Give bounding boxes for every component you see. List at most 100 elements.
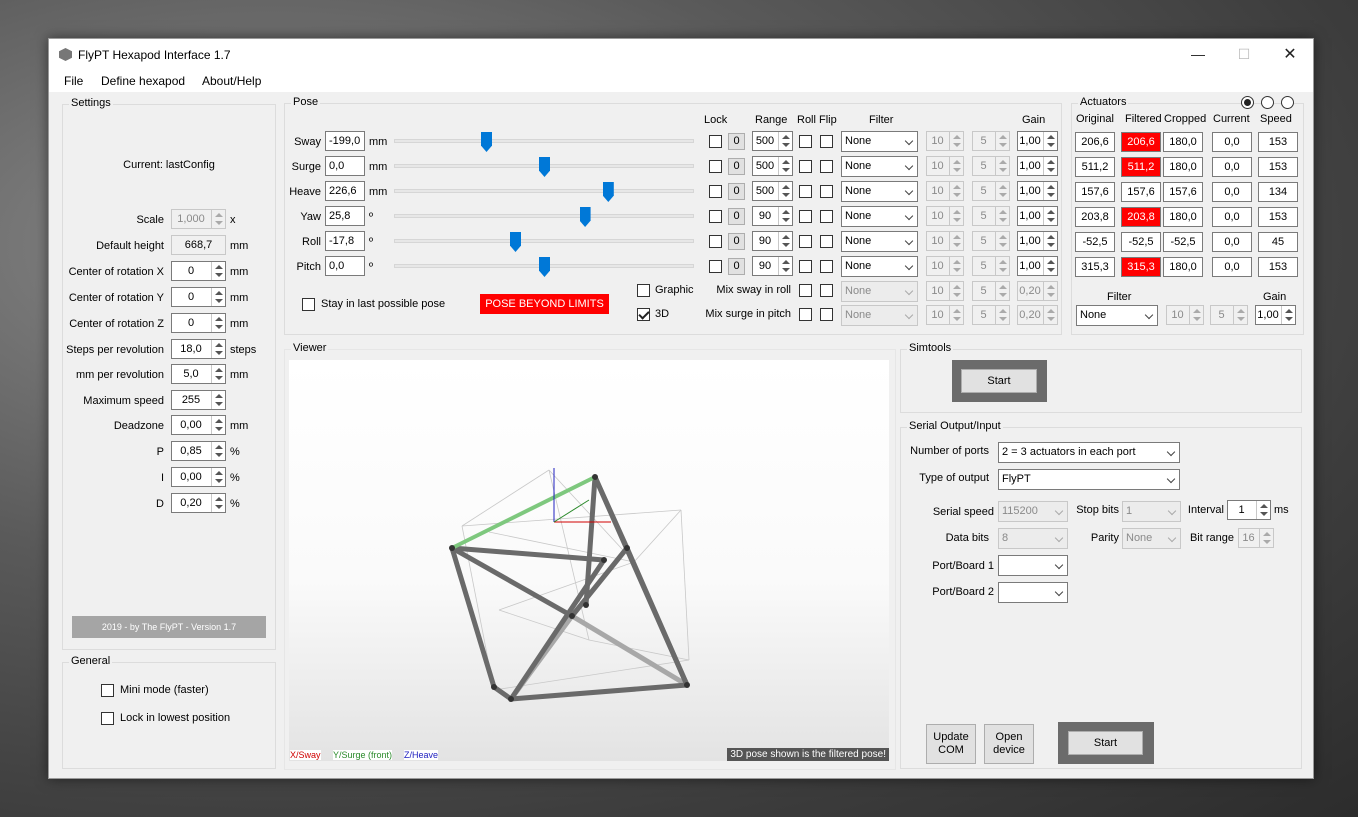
pose-roll-value[interactable]: -17,8 bbox=[325, 231, 365, 251]
mm-rev-spinner[interactable]: 5,0 bbox=[171, 364, 226, 384]
pose-pitch-gain-spinner[interactable]: 1,00 bbox=[1017, 256, 1058, 276]
menu-about-help[interactable]: About/Help bbox=[202, 74, 261, 88]
pose-heave-flip-checkbox[interactable] bbox=[820, 185, 833, 198]
pose-roll-slider-track[interactable] bbox=[394, 239, 694, 243]
parity-select[interactable]: None bbox=[1122, 528, 1181, 549]
mix-sway-filter-select[interactable]: None bbox=[841, 281, 918, 302]
pose-roll-roll-checkbox[interactable] bbox=[799, 235, 812, 248]
mix-surge-f1-spinner[interactable]: 10 bbox=[926, 305, 964, 325]
pose-yaw-roll-checkbox[interactable] bbox=[799, 210, 812, 223]
cor-y-spinner[interactable]: 0 bbox=[171, 287, 226, 307]
serial-speed-select[interactable]: 115200 bbox=[998, 501, 1068, 522]
mix-sway-flip-checkbox[interactable] bbox=[820, 284, 833, 297]
pose-sway-slider-track[interactable] bbox=[394, 139, 694, 143]
close-icon[interactable]: ✕ bbox=[1267, 39, 1313, 70]
view-mode-radio-3[interactable] bbox=[1281, 96, 1294, 109]
minimize-icon[interactable]: — bbox=[1175, 39, 1221, 70]
act-filter-select[interactable]: None bbox=[1076, 305, 1158, 326]
viewer-canvas[interactable]: X/Sway Y/Surge (front) Z/Heave 3D pose s… bbox=[289, 360, 889, 761]
cor-x-spinner[interactable]: 0 bbox=[171, 261, 226, 281]
pose-surge-gain-spinner[interactable]: 1,00 bbox=[1017, 156, 1058, 176]
data-bits-select[interactable]: 8 bbox=[998, 528, 1068, 549]
pose-yaw-range-spinner[interactable]: 90 bbox=[752, 206, 793, 226]
pose-heave-slider-track[interactable] bbox=[394, 189, 694, 193]
port-board-1-select[interactable] bbox=[998, 555, 1068, 576]
pose-heave-range-spinner[interactable]: 500 bbox=[752, 181, 793, 201]
mix-sway-gain-spinner[interactable]: 0,20 bbox=[1017, 281, 1058, 301]
act-gain-spinner[interactable]: 1,00 bbox=[1255, 305, 1296, 325]
bit-range-spinner[interactable]: 16 bbox=[1238, 528, 1274, 548]
pose-yaw-slider-track[interactable] bbox=[394, 214, 694, 218]
pose-yaw-filter-select[interactable]: None bbox=[841, 206, 918, 227]
pose-heave-f1-spinner[interactable]: 10 bbox=[926, 181, 964, 201]
mini-mode-checkbox[interactable] bbox=[101, 684, 114, 697]
pose-sway-lock-value[interactable]: 0 bbox=[728, 133, 745, 150]
pose-roll-f1-spinner[interactable]: 10 bbox=[926, 231, 964, 251]
max-speed-spinner[interactable]: 255 bbox=[171, 390, 226, 410]
mix-sway-f1-spinner[interactable]: 10 bbox=[926, 281, 964, 301]
pose-surge-roll-checkbox[interactable] bbox=[799, 160, 812, 173]
mix-sway-roll-checkbox[interactable] bbox=[799, 284, 812, 297]
pose-pitch-filter-select[interactable]: None bbox=[841, 256, 918, 277]
mix-surge-roll-checkbox[interactable] bbox=[799, 308, 812, 321]
pose-heave-lock-checkbox[interactable] bbox=[709, 185, 722, 198]
menu-define-hexapod[interactable]: Define hexapod bbox=[101, 74, 185, 88]
pose-surge-range-spinner[interactable]: 500 bbox=[752, 156, 793, 176]
pose-roll-flip-checkbox[interactable] bbox=[820, 235, 833, 248]
i-spinner[interactable]: 0,00 bbox=[171, 467, 226, 487]
pose-sway-range-spinner[interactable]: 500 bbox=[752, 131, 793, 151]
pose-yaw-f2-spinner[interactable]: 5 bbox=[972, 206, 1010, 226]
act-f1-spinner[interactable]: 10 bbox=[1166, 305, 1204, 325]
pose-roll-gain-spinner[interactable]: 1,00 bbox=[1017, 231, 1058, 251]
port-board-2-select[interactable] bbox=[998, 582, 1068, 603]
interval-spinner[interactable]: 1 bbox=[1227, 500, 1271, 520]
pose-heave-gain-spinner[interactable]: 1,00 bbox=[1017, 181, 1058, 201]
pose-heave-f2-spinner[interactable]: 5 bbox=[972, 181, 1010, 201]
pose-sway-filter-select[interactable]: None bbox=[841, 131, 918, 152]
pose-sway-flip-checkbox[interactable] bbox=[820, 135, 833, 148]
pose-sway-f2-spinner[interactable]: 5 bbox=[972, 131, 1010, 151]
pose-heave-value[interactable]: 226,6 bbox=[325, 181, 365, 201]
pose-surge-value[interactable]: 0,0 bbox=[325, 156, 365, 176]
mix-surge-flip-checkbox[interactable] bbox=[820, 308, 833, 321]
pose-pitch-flip-checkbox[interactable] bbox=[820, 260, 833, 273]
pose-yaw-flip-checkbox[interactable] bbox=[820, 210, 833, 223]
pose-pitch-roll-checkbox[interactable] bbox=[799, 260, 812, 273]
pose-roll-filter-select[interactable]: None bbox=[841, 231, 918, 252]
serial-start-button[interactable]: Start bbox=[1068, 731, 1143, 755]
pose-roll-f2-spinner[interactable]: 5 bbox=[972, 231, 1010, 251]
pose-yaw-lock-value[interactable]: 0 bbox=[728, 208, 745, 225]
stay-last-checkbox[interactable] bbox=[302, 298, 315, 311]
pose-yaw-f1-spinner[interactable]: 10 bbox=[926, 206, 964, 226]
simtools-start-button[interactable]: Start bbox=[961, 369, 1037, 393]
menu-file[interactable]: File bbox=[64, 74, 83, 88]
three-d-checkbox[interactable] bbox=[637, 308, 650, 321]
act-f2-spinner[interactable]: 5 bbox=[1210, 305, 1248, 325]
pose-yaw-lock-checkbox[interactable] bbox=[709, 210, 722, 223]
graphic-checkbox[interactable] bbox=[637, 284, 650, 297]
p-spinner[interactable]: 0,85 bbox=[171, 441, 226, 461]
pose-roll-range-spinner[interactable]: 90 bbox=[752, 231, 793, 251]
pose-surge-f1-spinner[interactable]: 10 bbox=[926, 156, 964, 176]
pose-heave-roll-checkbox[interactable] bbox=[799, 185, 812, 198]
pose-sway-value[interactable]: -199,0 bbox=[325, 131, 365, 151]
lock-lowest-checkbox[interactable] bbox=[101, 712, 114, 725]
pose-surge-flip-checkbox[interactable] bbox=[820, 160, 833, 173]
deadzone-spinner[interactable]: 0,00 bbox=[171, 415, 226, 435]
pose-sway-roll-checkbox[interactable] bbox=[799, 135, 812, 148]
pose-surge-lock-value[interactable]: 0 bbox=[728, 158, 745, 175]
output-select[interactable]: FlyPT bbox=[998, 469, 1180, 490]
pose-yaw-gain-spinner[interactable]: 1,00 bbox=[1017, 206, 1058, 226]
cor-z-spinner[interactable]: 0 bbox=[171, 313, 226, 333]
steps-rev-spinner[interactable]: 18,0 bbox=[171, 339, 226, 359]
pose-roll-lock-value[interactable]: 0 bbox=[728, 233, 745, 250]
pose-surge-f2-spinner[interactable]: 5 bbox=[972, 156, 1010, 176]
mix-surge-gain-spinner[interactable]: 0,20 bbox=[1017, 305, 1058, 325]
view-mode-radio-1[interactable] bbox=[1241, 96, 1254, 109]
pose-roll-lock-checkbox[interactable] bbox=[709, 235, 722, 248]
pose-surge-lock-checkbox[interactable] bbox=[709, 160, 722, 173]
mix-surge-f2-spinner[interactable]: 5 bbox=[972, 305, 1010, 325]
maximize-icon[interactable]: ☐ bbox=[1221, 39, 1267, 70]
pose-heave-lock-value[interactable]: 0 bbox=[728, 183, 745, 200]
ports-select[interactable]: 2 = 3 actuators in each port bbox=[998, 442, 1180, 463]
